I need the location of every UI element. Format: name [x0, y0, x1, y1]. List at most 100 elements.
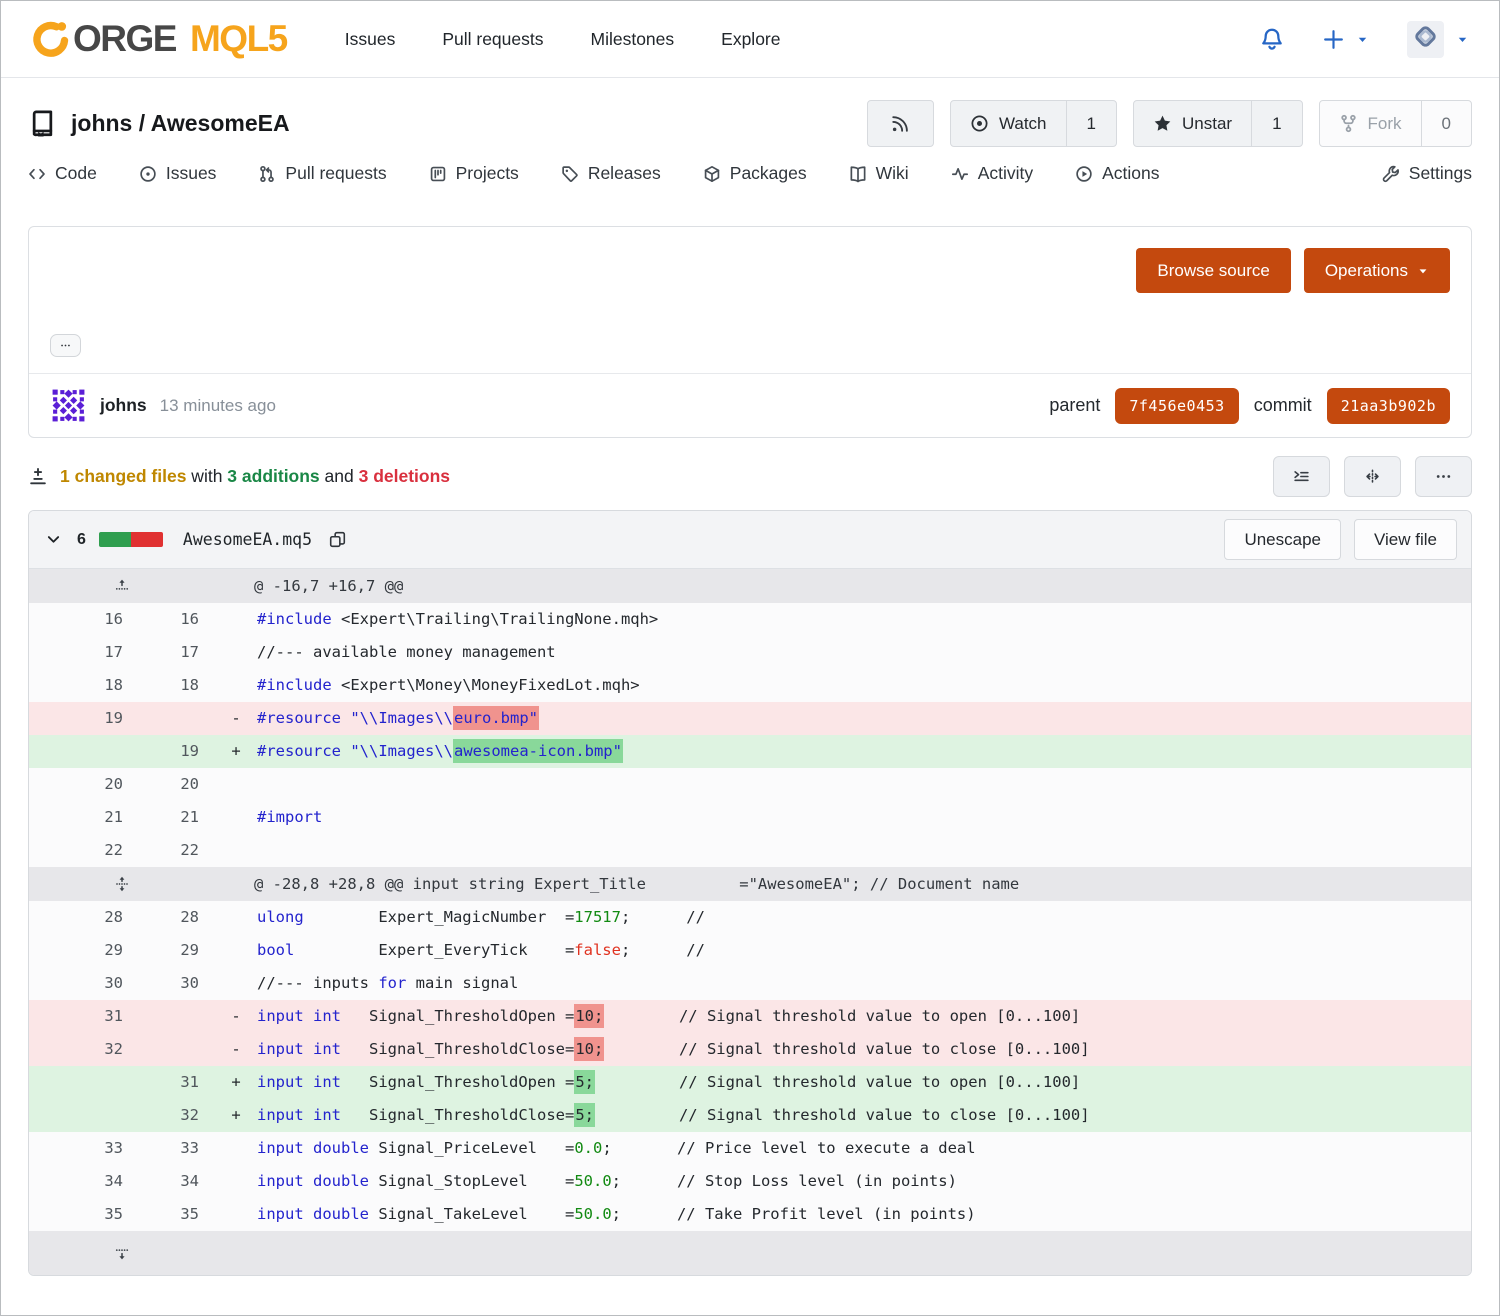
- new-line-number[interactable]: 32: [139, 1099, 215, 1132]
- new-line-number[interactable]: 16: [139, 603, 215, 636]
- tab-actions[interactable]: Actions: [1075, 163, 1159, 184]
- board-icon: [429, 165, 447, 183]
- nav-item-explore[interactable]: Explore: [721, 29, 780, 50]
- tab-activity[interactable]: Activity: [951, 163, 1033, 184]
- parent-label: parent: [1049, 395, 1100, 416]
- diff-options-button[interactable]: [1415, 456, 1472, 497]
- new-line-number[interactable]: 28: [139, 901, 215, 934]
- diff-sign: [215, 801, 257, 834]
- diff-line-deleted: 19-#resource "\\Images\\euro.bmp": [29, 702, 1471, 735]
- star-count[interactable]: 1: [1251, 101, 1301, 146]
- repo-owner-link[interactable]: johns: [71, 110, 132, 136]
- expand-both-button[interactable]: [29, 867, 215, 901]
- code-line: [257, 768, 1471, 801]
- new-line-number[interactable]: 35: [139, 1198, 215, 1231]
- old-line-number[interactable]: 28: [29, 901, 139, 934]
- new-line-number[interactable]: [139, 1033, 215, 1066]
- tab-wiki[interactable]: Wiki: [849, 163, 909, 184]
- nav-item-pull-requests[interactable]: Pull requests: [442, 29, 543, 50]
- repo-name-link[interactable]: AwesomeEA: [151, 110, 290, 136]
- unstar-button[interactable]: Unstar 1: [1133, 100, 1303, 147]
- notifications-bell-icon[interactable]: [1260, 27, 1284, 51]
- new-line-number[interactable]: 19: [139, 735, 215, 768]
- forge-logo[interactable]: ORGE MQL5: [31, 18, 287, 60]
- main-nav: Issues Pull requests Milestones Explore: [345, 29, 781, 50]
- fork-button[interactable]: Fork 0: [1319, 100, 1472, 147]
- diff-file-header: 6 AwesomeEA.mq5 Unescape View file: [29, 511, 1471, 569]
- diff-line-context: 3535input double Signal_TakeLevel =50.0;…: [29, 1198, 1471, 1231]
- new-line-number[interactable]: 31: [139, 1066, 215, 1099]
- old-line-number[interactable]: [29, 1066, 139, 1099]
- copy-filename-icon[interactable]: [329, 531, 346, 548]
- activity-icon: [951, 165, 969, 183]
- new-line-number[interactable]: 29: [139, 934, 215, 967]
- tab-settings[interactable]: Settings: [1382, 163, 1472, 184]
- watch-button[interactable]: Watch 1: [950, 100, 1117, 147]
- new-line-number[interactable]: 20: [139, 768, 215, 801]
- old-line-number[interactable]: 34: [29, 1165, 139, 1198]
- user-menu[interactable]: [1407, 21, 1469, 58]
- watch-count[interactable]: 1: [1066, 101, 1116, 146]
- new-line-number[interactable]: 21: [139, 801, 215, 834]
- commit-box: Browse source Operations johns 13 minute…: [28, 226, 1472, 438]
- old-line-number[interactable]: 20: [29, 768, 139, 801]
- old-line-number[interactable]: 18: [29, 669, 139, 702]
- diff-filename[interactable]: AwesomeEA.mq5: [183, 530, 312, 549]
- browse-source-button[interactable]: Browse source: [1136, 248, 1290, 293]
- tab-code[interactable]: Code: [28, 163, 97, 184]
- caret-down-icon: [1356, 33, 1369, 46]
- rss-icon: [890, 114, 910, 134]
- watch-label: Watch: [999, 114, 1047, 134]
- old-line-number[interactable]: 30: [29, 967, 139, 1000]
- new-line-number[interactable]: 34: [139, 1165, 215, 1198]
- commit-author-link[interactable]: johns: [100, 395, 147, 416]
- diff-body: @ -16,7 +16,7 @@1616#include <Expert\Tra…: [29, 569, 1471, 1275]
- new-line-number[interactable]: 17: [139, 636, 215, 669]
- old-line-number[interactable]: 29: [29, 934, 139, 967]
- parent-commit-link[interactable]: 7f456e0453: [1115, 388, 1238, 424]
- collapse-file-chevron-icon[interactable]: [46, 532, 61, 547]
- commit-message-expander[interactable]: [50, 334, 81, 357]
- fork-count[interactable]: 0: [1421, 101, 1471, 146]
- old-line-number[interactable]: 19: [29, 702, 139, 735]
- operations-button[interactable]: Operations: [1304, 248, 1450, 293]
- tab-label: Settings: [1409, 163, 1472, 184]
- old-line-number[interactable]: 31: [29, 1000, 139, 1033]
- new-line-number[interactable]: 30: [139, 967, 215, 1000]
- tab-issues[interactable]: Issues: [139, 163, 217, 184]
- view-file-button[interactable]: View file: [1354, 519, 1457, 560]
- expand-down-button[interactable]: [29, 1231, 215, 1275]
- old-line-number[interactable]: 21: [29, 801, 139, 834]
- old-line-number[interactable]: [29, 735, 139, 768]
- tab-pull-requests[interactable]: Pull requests: [258, 163, 386, 184]
- old-line-number[interactable]: [29, 1099, 139, 1132]
- new-line-number[interactable]: 22: [139, 834, 215, 867]
- old-line-number[interactable]: 17: [29, 636, 139, 669]
- new-line-number[interactable]: [139, 702, 215, 735]
- new-line-number[interactable]: 33: [139, 1132, 215, 1165]
- commit-author-avatar[interactable]: [50, 387, 87, 424]
- old-line-number[interactable]: 16: [29, 603, 139, 636]
- new-line-number[interactable]: 18: [139, 669, 215, 702]
- split-view-button[interactable]: [1344, 456, 1401, 497]
- old-line-number[interactable]: 33: [29, 1132, 139, 1165]
- new-line-number[interactable]: [139, 1000, 215, 1033]
- tab-projects[interactable]: Projects: [429, 163, 519, 184]
- tab-releases[interactable]: Releases: [561, 163, 661, 184]
- old-line-number[interactable]: 35: [29, 1198, 139, 1231]
- tab-packages[interactable]: Packages: [703, 163, 807, 184]
- diff-sign: -: [215, 1000, 257, 1033]
- create-new-button[interactable]: [1322, 28, 1369, 51]
- commit-hash-link[interactable]: 21aa3b902b: [1327, 388, 1450, 424]
- expand-up-button[interactable]: [29, 569, 215, 603]
- nav-item-milestones[interactable]: Milestones: [591, 29, 675, 50]
- rss-button[interactable]: [867, 100, 934, 147]
- unescape-button[interactable]: Unescape: [1224, 519, 1341, 560]
- whitespace-options-button[interactable]: [1273, 456, 1330, 497]
- diff-sign: +: [215, 1099, 257, 1132]
- code-line: [257, 834, 1471, 867]
- old-line-number[interactable]: 22: [29, 834, 139, 867]
- tab-label: Releases: [588, 163, 661, 184]
- nav-item-issues[interactable]: Issues: [345, 29, 396, 50]
- old-line-number[interactable]: 32: [29, 1033, 139, 1066]
